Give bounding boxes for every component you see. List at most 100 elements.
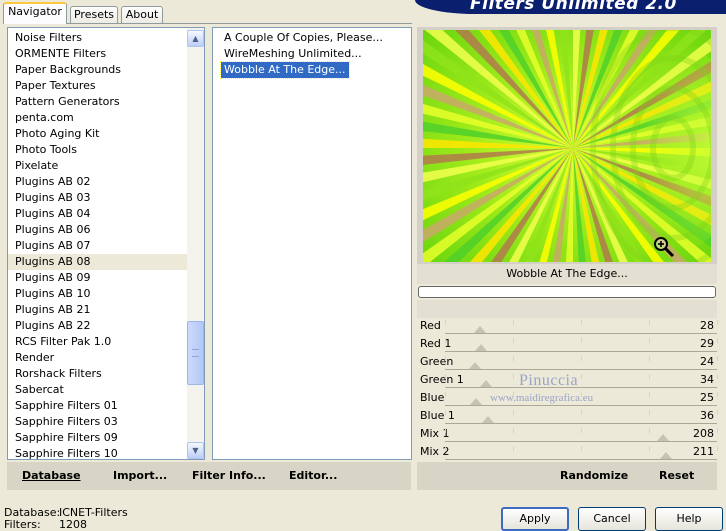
left-toolbar: Database Import... Filter Info... Editor… bbox=[7, 462, 411, 490]
category-item[interactable]: Plugins AB 07 bbox=[8, 238, 188, 254]
category-item[interactable]: RCS Filter Pak 1.0 bbox=[8, 334, 188, 350]
filter-item[interactable]: Wobble At The Edge... bbox=[220, 61, 350, 79]
category-list[interactable]: Noise Filters ORMENTE Filters Paper Backgr… bbox=[7, 27, 205, 460]
scroll-up-button[interactable]: ▲ bbox=[187, 30, 204, 47]
category-item[interactable]: Plugins AB 10 bbox=[8, 286, 188, 302]
slider-track[interactable] bbox=[445, 387, 717, 388]
magnifier-plus-icon[interactable] bbox=[653, 236, 675, 258]
category-items: Noise Filters ORMENTE Filters Paper Backgr… bbox=[8, 30, 188, 459]
slider-track[interactable] bbox=[445, 405, 717, 406]
category-item[interactable]: penta.com bbox=[8, 110, 188, 126]
category-item[interactable]: Plugins AB 02 bbox=[8, 174, 188, 190]
controls-header bbox=[417, 300, 717, 318]
slider-track[interactable] bbox=[445, 369, 717, 370]
cancel-button[interactable]: Cancel bbox=[578, 507, 646, 531]
category-item[interactable]: Plugins AB 09 bbox=[8, 270, 188, 286]
slider-track[interactable] bbox=[445, 441, 717, 442]
database-button[interactable]: Database bbox=[22, 469, 81, 482]
apply-button[interactable]: Apply bbox=[501, 507, 569, 531]
slider-value: 208 bbox=[693, 427, 714, 440]
tab-presets[interactable]: Presets bbox=[70, 6, 118, 23]
slider-row: Red 1 29 bbox=[417, 336, 718, 354]
status-filters-label: Filters: bbox=[4, 518, 41, 531]
slider-value: 36 bbox=[700, 409, 714, 422]
slider-track[interactable] bbox=[445, 423, 717, 424]
category-item[interactable]: Photo Aging Kit bbox=[8, 126, 188, 142]
slider-thumb[interactable] bbox=[474, 326, 486, 333]
randomize-button[interactable]: Randomize bbox=[560, 469, 628, 482]
right-toolbar: Randomize Reset bbox=[417, 462, 717, 490]
category-item[interactable]: Sapphire Filters 03 bbox=[8, 414, 188, 430]
category-item[interactable]: Plugins AB 06 bbox=[8, 222, 188, 238]
category-item[interactable]: Noise Filters bbox=[8, 30, 188, 46]
slider-value: 211 bbox=[693, 445, 714, 458]
slider-row: Red 28 bbox=[417, 318, 718, 336]
category-item[interactable]: Render bbox=[8, 350, 188, 366]
app-banner: Filters Unlimited 2.0 bbox=[415, 0, 726, 14]
tab-strip: Navigator Presets About bbox=[0, 0, 420, 24]
category-item[interactable]: Sapphire Filters 10 bbox=[8, 446, 188, 459]
slider-thumb[interactable] bbox=[660, 452, 672, 459]
category-item[interactable]: Paper Textures bbox=[8, 78, 188, 94]
slider-ticks bbox=[445, 446, 718, 456]
category-item[interactable]: Rorshack Filters bbox=[8, 366, 188, 382]
grip-icon bbox=[192, 349, 199, 357]
category-scrollbar[interactable]: ▲ ▼ bbox=[187, 28, 204, 459]
slider-ticks bbox=[445, 356, 718, 366]
category-item[interactable]: Plugins AB 03 bbox=[8, 190, 188, 206]
category-item[interactable]: Plugins AB 21 bbox=[8, 302, 188, 318]
slider-row: Blue 1 36 bbox=[417, 408, 718, 426]
slider-track[interactable] bbox=[445, 459, 717, 460]
filter-item[interactable]: A Couple Of Copies, Please... bbox=[221, 30, 386, 46]
scroll-thumb[interactable] bbox=[187, 321, 204, 385]
slider-thumb[interactable] bbox=[480, 380, 492, 387]
slider-row: Mix 2 211 bbox=[417, 444, 718, 462]
category-item[interactable]: Plugins AB 08 bbox=[8, 254, 188, 270]
status-filters-value: 1208 bbox=[59, 518, 87, 531]
import-button[interactable]: Import... bbox=[113, 469, 167, 482]
category-item[interactable]: Plugins AB 04 bbox=[8, 206, 188, 222]
help-button[interactable]: Help bbox=[655, 507, 723, 531]
slider-label: Red bbox=[420, 319, 441, 332]
category-item[interactable]: Pattern Generators bbox=[8, 94, 188, 110]
filter-info-button[interactable]: Filter Info... bbox=[192, 469, 266, 482]
slider-row: Green 24 bbox=[417, 354, 718, 372]
slider-thumb[interactable] bbox=[657, 434, 669, 441]
slider-thumb[interactable] bbox=[470, 398, 482, 405]
slider-value: 34 bbox=[700, 373, 714, 386]
editor-button[interactable]: Editor... bbox=[289, 469, 337, 482]
slider-track[interactable] bbox=[445, 333, 717, 334]
progress-bar bbox=[418, 286, 716, 298]
slider-ticks bbox=[445, 428, 718, 438]
preview-image[interactable] bbox=[423, 30, 711, 262]
category-item[interactable]: ORMENTE Filters bbox=[8, 46, 188, 62]
category-item[interactable]: Sabercat bbox=[8, 382, 188, 398]
app-title: Filters Unlimited 2.0 bbox=[470, 0, 677, 14]
slider-thumb[interactable] bbox=[475, 344, 487, 351]
tab-navigator[interactable]: Navigator bbox=[3, 2, 67, 24]
selected-filter-name: Wobble At The Edge... bbox=[417, 264, 717, 284]
slider-thumb[interactable] bbox=[469, 362, 481, 369]
category-item[interactable]: Sapphire Filters 01 bbox=[8, 398, 188, 414]
slider-track[interactable] bbox=[445, 351, 717, 352]
category-item[interactable]: Sapphire Filters 09 bbox=[8, 430, 188, 446]
category-item[interactable]: Photo Tools bbox=[8, 142, 188, 158]
watermark-site: www.maidiregrafica.eu bbox=[490, 392, 594, 404]
reset-button[interactable]: Reset bbox=[659, 469, 694, 482]
slider-label: Blue bbox=[420, 391, 445, 404]
category-item[interactable]: Pixelate bbox=[8, 158, 188, 174]
slider-value: 28 bbox=[700, 319, 714, 332]
preview-panel bbox=[417, 27, 717, 264]
tab-about[interactable]: About bbox=[121, 6, 163, 23]
filter-items: A Couple Of Copies, Please... WireMeshing… bbox=[220, 30, 386, 79]
filter-item[interactable]: WireMeshing Unlimited... bbox=[221, 46, 365, 62]
category-item[interactable]: Paper Backgrounds bbox=[8, 62, 188, 78]
slider-thumb[interactable] bbox=[482, 416, 494, 423]
filter-list[interactable]: A Couple Of Copies, Please... WireMeshing… bbox=[212, 27, 412, 460]
slider-value: 25 bbox=[700, 391, 714, 404]
scroll-down-button[interactable]: ▼ bbox=[187, 442, 204, 459]
category-item[interactable]: Plugins AB 22 bbox=[8, 318, 188, 334]
slider-row: Mix 1 208 bbox=[417, 426, 718, 444]
slider-value: 24 bbox=[700, 355, 714, 368]
status-filters: Filters: 1208 bbox=[4, 518, 87, 531]
